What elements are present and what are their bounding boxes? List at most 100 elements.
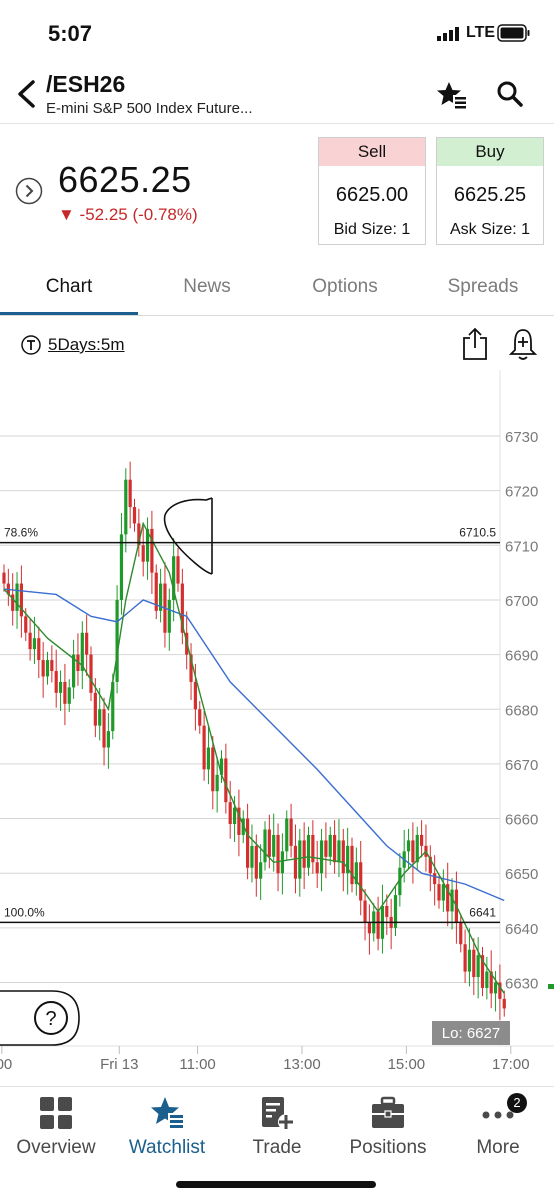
chart-period-selector[interactable]: 5Days:5m: [48, 335, 125, 355]
candle: [341, 840, 345, 874]
slow-moving-average: [3, 588, 505, 902]
candle: [493, 982, 498, 994]
candle: [58, 681, 63, 693]
nav-trade[interactable]: Trade: [222, 1095, 332, 1159]
candle: [411, 840, 415, 863]
current-price-marker: [548, 984, 554, 989]
candle: [254, 845, 258, 879]
expand-chevron-icon[interactable]: [15, 177, 43, 205]
candle: [280, 851, 284, 874]
candle: [232, 807, 237, 825]
candle: [176, 556, 180, 584]
nav-label: More: [476, 1137, 520, 1158]
candle: [406, 840, 411, 852]
tab-news[interactable]: News: [138, 276, 276, 298]
y-tick-label: 6650: [505, 866, 538, 883]
y-tick-label: 6630: [505, 976, 538, 993]
candle: [50, 660, 54, 671]
hand-drawn-annotation: [163, 497, 213, 575]
tab-chart[interactable]: Chart: [0, 276, 138, 298]
candle: [263, 829, 267, 863]
candle: [141, 545, 145, 562]
candle: [376, 911, 380, 939]
fibonacci-levels: 78.6% 6710.5 100.0% 6641: [0, 526, 500, 924]
y-axis-labels: 6730 6720 6710 6700 6690 6680 6670 6660 6650 6640…: [505, 429, 538, 993]
candle: [224, 758, 228, 803]
candle: [441, 884, 445, 901]
candle: [328, 834, 332, 857]
search-icon[interactable]: [496, 80, 524, 108]
y-tick-label: 6700: [505, 593, 538, 610]
candle: [259, 862, 263, 879]
candle: [350, 845, 354, 885]
candle: [485, 971, 489, 988]
candle: [93, 692, 97, 726]
star-list-icon: [151, 1097, 184, 1129]
alert-bell-icon[interactable]: [508, 326, 538, 362]
candle: [306, 834, 311, 868]
nav-positions[interactable]: Positions: [333, 1095, 443, 1159]
candle: [85, 632, 89, 655]
nav-label: Watchlist: [128, 1137, 206, 1158]
candle: [359, 862, 363, 901]
candle: [298, 840, 302, 879]
sell-button[interactable]: Sell 6625.00 Bid Size: 1: [318, 137, 426, 245]
candle: [276, 834, 280, 874]
help-button[interactable]: ?: [0, 990, 80, 1046]
trade-icon: [262, 1097, 294, 1130]
candle: [459, 922, 463, 945]
candle: [54, 670, 58, 693]
nav-watchlist[interactable]: Watchlist: [112, 1095, 222, 1159]
nav-more[interactable]: 2 More: [443, 1093, 553, 1159]
candle: [420, 834, 424, 846]
chart-toolbar: 5Days:5m: [0, 318, 554, 370]
sell-label: Sell: [319, 138, 425, 166]
candle: [15, 583, 19, 611]
y-tick-label: 6690: [505, 648, 538, 665]
candle: [119, 534, 124, 600]
x-tick-label: 11:00: [179, 1056, 215, 1073]
price-change: ▼ -52.25 (-0.78%): [58, 205, 198, 224]
buy-button[interactable]: Buy 6625.25 Ask Size: 1: [436, 137, 544, 245]
candle: [19, 583, 23, 617]
candle: [128, 479, 132, 508]
candle: [215, 774, 219, 792]
bid-price: 6625.00: [335, 184, 409, 206]
tab-spreads[interactable]: Spreads: [414, 276, 552, 298]
notification-badge: 2: [507, 1093, 527, 1113]
candle: [102, 709, 106, 748]
candle: [324, 840, 328, 857]
buy-label: Buy: [437, 138, 543, 166]
candle: [150, 528, 154, 573]
tab-options[interactable]: Options: [276, 276, 414, 298]
svg-text:?: ?: [45, 1008, 56, 1030]
candle: [272, 834, 276, 857]
nav-overview[interactable]: Overview: [1, 1095, 111, 1159]
candle: [115, 599, 119, 682]
timeframe-icon[interactable]: [21, 335, 41, 355]
watchlist-star-icon[interactable]: [436, 80, 468, 110]
price-chart[interactable]: 78.6% 6710.5 100.0% 6641 6730 6720 6710 6700 66…: [0, 370, 554, 1082]
network-type: LTE: [466, 24, 496, 41]
candle: [132, 507, 137, 524]
candle: [385, 905, 389, 917]
share-icon[interactable]: [460, 326, 490, 362]
candle: [433, 873, 437, 885]
grid-icon: [40, 1097, 72, 1129]
candle: [37, 638, 41, 661]
header: /ESH26 E-mini S&P 500 Index Future...: [0, 66, 554, 124]
candle: [45, 660, 50, 677]
y-tick-label: 6640: [505, 921, 538, 938]
x-axis-labels: :00 Fri 13 11:00 13:00 15:00 17:00: [0, 1046, 530, 1073]
nav-label: Overview: [16, 1137, 96, 1158]
back-arrow-icon[interactable]: [14, 78, 40, 110]
x-tick-label: 13:00: [283, 1056, 321, 1073]
candle: [319, 840, 324, 874]
chart-grid: [0, 370, 554, 1047]
candle: [28, 632, 32, 650]
y-tick-label: 6710: [505, 538, 538, 555]
candle: [198, 709, 202, 726]
candle: [463, 944, 467, 972]
candle: [2, 572, 6, 584]
candle: [363, 900, 367, 923]
